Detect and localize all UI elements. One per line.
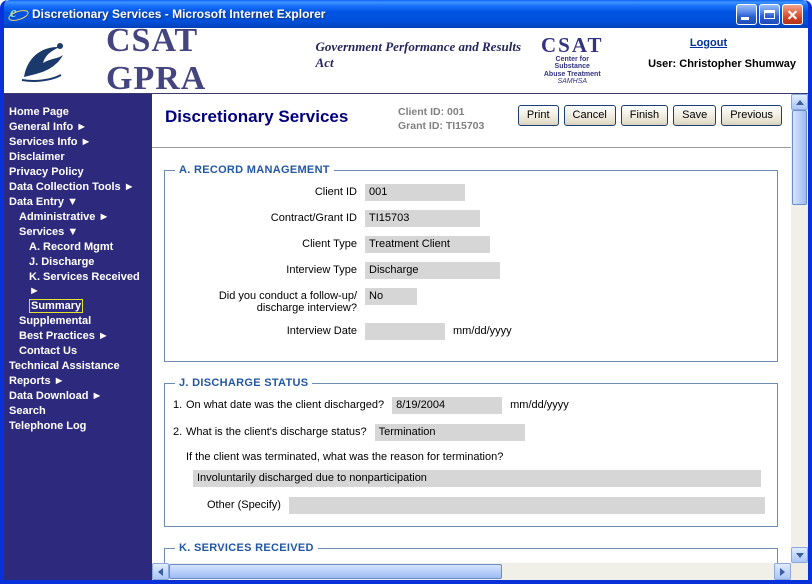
finish-button[interactable]: Finish [621,105,668,126]
contract-grant-id-field[interactable]: TI15703 [365,210,480,227]
browser-window: e Discretionary Services - Microsoft Int… [0,0,812,584]
sidebar-item-data-collection-tools[interactable]: Data Collection Tools ► [4,180,152,195]
discharge-status-field[interactable]: Termination [375,424,525,441]
internet-explorer-icon: e [10,6,27,22]
csat-gpra-logo: CSAT GPRA [106,22,304,98]
client-id-field[interactable]: 001 [365,184,465,201]
sidebar-nav: Home Page General Info ► Services Info ►… [4,94,152,580]
maximize-icon [764,10,775,19]
down-arrow-icon [796,553,804,558]
q2-number: 2. [173,424,186,438]
discharge-status-legend: J. DISCHARGE STATUS [175,377,312,389]
client-grant-ids: Client ID: 001 Grant ID: TI15703 [398,105,484,133]
form-area: A. RECORD MANAGEMENT Client ID 001 Contr… [152,148,791,563]
followup-field-label: Did you conduct a follow-up/ discharge i… [173,288,365,314]
page-title: Discretionary Services [165,107,348,127]
right-arrow-icon [780,568,785,576]
samhsa-label: SAMHSA [538,78,607,85]
other-specify-field[interactable] [289,497,765,514]
sidebar-item-data-entry[interactable]: Data Entry ▼ [4,195,152,210]
scroll-up-button[interactable] [791,94,808,110]
contract-grant-id-field-label: Contract/Grant ID [173,210,365,224]
scroll-left-button[interactable] [152,563,169,580]
sidebar-item-disclaimer[interactable]: Disclaimer [4,150,152,165]
sidebar-item-services-received[interactable]: K. Services Received ► [4,270,152,299]
logout-link[interactable]: Logout [621,37,796,49]
print-button[interactable]: Print [518,105,559,126]
date-format-hint: mm/dd/yyyy [453,323,512,337]
q2-label: What is the client's discharge status? [186,424,375,438]
discharge-date-field[interactable]: 8/19/2004 [392,397,502,414]
sidebar-item-data-download[interactable]: Data Download ► [4,389,152,404]
termination-reason-label: If the client was terminated, what was t… [186,451,769,463]
sidebar-item-technical-assistance[interactable]: Technical Assistance [4,359,152,374]
q1-date-format-hint: mm/dd/yyyy [510,397,569,411]
left-arrow-icon [158,568,163,576]
save-button[interactable]: Save [673,105,716,126]
client-type-field-label: Client Type [173,236,365,250]
other-specify-label: Other (Specify) [207,497,289,514]
interview-date-field[interactable] [365,323,445,340]
previous-button[interactable]: Previous [721,105,782,126]
record-management-section: A. RECORD MANAGEMENT Client ID 001 Contr… [164,164,778,362]
user-name: User: Christopher Shumway [621,58,796,70]
up-arrow-icon [796,100,804,105]
close-button[interactable] [782,4,803,25]
sidebar-item-supplemental[interactable]: Supplemental [4,314,152,329]
scroll-down-button[interactable] [791,547,808,563]
csat-org-logo: CSAT Center for Substance Abuse Treatmen… [538,34,621,85]
sidebar-item-home-page[interactable]: Home Page [4,105,152,120]
sidebar-item-contact-us[interactable]: Contact Us [4,344,152,359]
sidebar-item-services-info[interactable]: Services Info ► [4,135,152,150]
sidebar-item-general-info[interactable]: General Info ► [4,120,152,135]
q1-number: 1. [173,397,186,411]
sidebar-item-privacy-policy[interactable]: Privacy Policy [4,165,152,180]
sidebar-item-services[interactable]: Services ▼ [4,225,152,240]
interview-type-field-label: Interview Type [173,262,365,276]
interview-date-field-label: Interview Date [173,323,365,337]
client-type-field[interactable]: Treatment Client [365,236,490,253]
vertical-scrollbar[interactable] [791,94,808,563]
sidebar-item-record-mgmt[interactable]: A. Record Mgmt [4,240,152,255]
csat-org-subtitle: Center for Substance [538,56,607,71]
window-title: Discretionary Services - Microsoft Inter… [32,7,736,21]
page-header: Discretionary Services Client ID: 001 Gr… [152,94,791,148]
scrollbar-corner [791,563,808,580]
followup-field[interactable]: No [365,288,417,305]
hhs-logo-icon [14,33,68,87]
interview-type-field[interactable]: Discharge [365,262,500,279]
cancel-button[interactable]: Cancel [564,105,616,126]
termination-reason-field[interactable]: Involuntarily discharged due to nonparti… [193,470,761,487]
scroll-right-button[interactable] [774,563,791,580]
sidebar-item-search[interactable]: Search [4,404,152,419]
client-id-label: Client ID: 001 [398,105,484,119]
sidebar-item-reports[interactable]: Reports ► [4,374,152,389]
sidebar-item-summary[interactable]: Summary [4,299,152,314]
horizontal-scroll-thumb[interactable] [169,564,502,579]
header-banner: CSAT GPRA Government Performance and Res… [4,28,808,94]
services-received-section: K. SERVICES RECEIVED [164,542,778,563]
discharge-status-section: J. DISCHARGE STATUS 1. On what date was … [164,377,778,527]
services-received-legend: K. SERVICES RECEIVED [175,542,318,554]
grant-id-label: Grant ID: TI15703 [398,119,484,133]
maximize-button[interactable] [759,4,780,25]
sidebar-item-administrative[interactable]: Administrative ► [4,210,152,225]
sidebar-item-discharge[interactable]: J. Discharge [4,255,152,270]
sidebar-item-telephone-log[interactable]: Telephone Log [4,419,152,434]
minimize-icon [741,17,749,20]
minimize-button[interactable] [736,4,757,25]
gpra-tagline: Government Performance and Results Act [316,39,538,71]
csat-org-name: CSAT [538,34,607,56]
q1-label: On what date was the client discharged? [186,397,392,411]
client-id-field-label: Client ID [173,184,365,198]
record-management-legend: A. RECORD MANAGEMENT [175,164,334,176]
horizontal-scrollbar[interactable] [152,563,791,580]
vertical-scroll-thumb[interactable] [792,110,807,205]
sidebar-item-best-practices[interactable]: Best Practices ► [4,329,152,344]
